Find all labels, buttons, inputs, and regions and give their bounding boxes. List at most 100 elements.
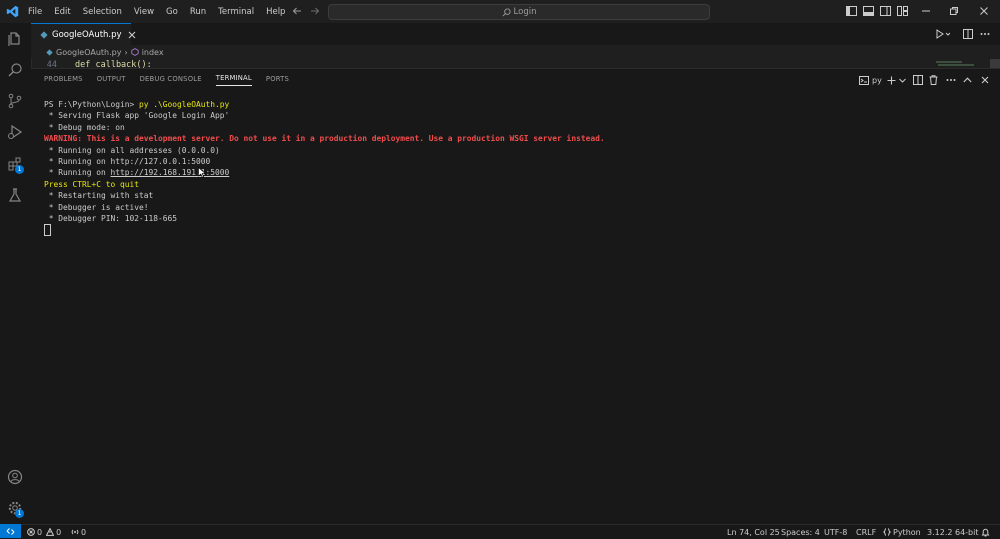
terminal-input-line[interactable] xyxy=(44,224,984,237)
run-and-debug-icon[interactable] xyxy=(5,122,25,142)
customize-layout-icon[interactable] xyxy=(896,5,908,17)
ports-count: 0 xyxy=(81,527,87,537)
back-arrow-icon[interactable] xyxy=(291,5,303,17)
run-python-file-icon[interactable] xyxy=(936,29,950,39)
warning-count: 0 xyxy=(56,527,62,537)
menu-selection[interactable]: Selection xyxy=(77,7,128,17)
explorer-icon[interactable] xyxy=(5,28,25,48)
forward-arrow-icon[interactable] xyxy=(309,5,321,17)
menu-edit[interactable]: Edit xyxy=(48,7,76,17)
manage-gear-icon[interactable]: 1 xyxy=(5,498,25,518)
activity-bar: 1 1 xyxy=(0,23,32,524)
language-mode[interactable]: Python xyxy=(883,525,921,539)
terminal-cursor xyxy=(44,224,51,237)
terminal-link[interactable]: http://192.168.191.1:5000 xyxy=(111,168,230,177)
extensions-badge: 1 xyxy=(15,165,24,174)
vscode-logo-icon[interactable] xyxy=(6,5,19,18)
terminal-profile-button[interactable]: py xyxy=(859,74,882,86)
kill-terminal-trash-icon[interactable] xyxy=(928,74,939,86)
terminal-line: * Serving Flask app 'Google Login App' xyxy=(44,111,230,121)
close-tab-icon[interactable] xyxy=(128,31,136,39)
cursor-position[interactable]: Ln 74, Col 25 xyxy=(727,525,780,539)
tab-googleoauth-py[interactable]: GoogleOAuth.py xyxy=(31,23,135,46)
split-terminal-icon[interactable] xyxy=(912,74,923,86)
close-panel-icon[interactable] xyxy=(979,74,990,86)
close-window-icon[interactable] xyxy=(978,5,990,17)
python-interpreter[interactable]: 3.12.2 64-bit xyxy=(927,525,979,539)
search-view-icon[interactable] xyxy=(5,60,25,80)
tab-problems[interactable]: PROBLEMS xyxy=(44,75,83,86)
status-bar: 0 0 0 Ln 74, Col 25 Spaces: 4 UTF-8 CRLF… xyxy=(0,524,1000,539)
toggle-primary-sidebar-icon[interactable] xyxy=(845,5,857,17)
terminal-line: * Debug mode: on xyxy=(44,122,125,132)
terminal-line: * Restarting with stat xyxy=(44,191,154,201)
search-label: Login xyxy=(513,7,537,17)
terminal-text: * Running on xyxy=(44,168,111,178)
language-label: Python xyxy=(893,527,921,537)
extensions-icon[interactable]: 1 xyxy=(5,154,25,174)
terminal-warning: WARNING: This is a development server. D… xyxy=(44,134,605,144)
terminal-dropdown-chevron-icon[interactable] xyxy=(898,74,906,86)
terminal-line: * Running on all addresses (0.0.0.0) xyxy=(44,145,220,155)
split-editor-icon[interactable] xyxy=(963,29,973,39)
remote-icon xyxy=(6,527,15,536)
problems-status[interactable]: 0 0 xyxy=(27,525,61,539)
menu-help[interactable]: Help xyxy=(260,7,291,17)
breadcrumb-symbol[interactable]: index xyxy=(142,48,164,57)
tab-terminal[interactable]: TERMINAL xyxy=(215,74,252,86)
file-encoding[interactable]: UTF-8 xyxy=(824,525,847,539)
breadcrumb-file[interactable]: GoogleOAuth.py xyxy=(56,48,121,57)
code-text: def callback(): xyxy=(75,60,152,68)
search-icon xyxy=(502,7,511,17)
error-count: 0 xyxy=(37,527,43,537)
tab-debug-console[interactable]: DEBUG CONSOLE xyxy=(140,75,202,86)
radio-tower-icon xyxy=(71,528,79,536)
terminal-output[interactable]: PS F:\Python\Login> py .\GoogleOAuth.py … xyxy=(44,99,984,237)
notifications-bell-icon[interactable] xyxy=(981,525,990,539)
menu-go[interactable]: Go xyxy=(160,7,184,17)
warning-icon xyxy=(46,528,55,536)
minimize-window-icon[interactable] xyxy=(920,5,932,17)
new-terminal-plus-icon[interactable] xyxy=(886,74,896,86)
end-of-line[interactable]: CRLF xyxy=(856,525,876,539)
menu-terminal[interactable]: Terminal xyxy=(212,7,260,17)
terminal-line: * Debugger is active! xyxy=(44,202,149,212)
tab-ports[interactable]: PORTS xyxy=(266,75,289,86)
terminal-profile-label: py xyxy=(872,75,882,85)
restore-window-icon[interactable] xyxy=(948,5,960,17)
accounts-icon[interactable] xyxy=(5,467,25,487)
panel-more-actions-icon[interactable] xyxy=(945,74,957,86)
indentation[interactable]: Spaces: 4 xyxy=(781,525,820,539)
braces-icon xyxy=(883,528,891,536)
testing-icon[interactable] xyxy=(5,185,25,205)
terminal-prompt: PS F:\Python\Login> xyxy=(44,100,140,109)
command-center-search[interactable]: Login xyxy=(328,4,710,20)
terminal-quit-hint: Press CTRL+C to quit xyxy=(44,179,140,189)
menu-bar: File Edit Selection View Go Run Terminal… xyxy=(22,0,291,23)
settings-badge: 1 xyxy=(15,509,24,518)
menu-view[interactable]: View xyxy=(128,7,160,17)
terminal-line: * Debugger PIN: 102-118-665 xyxy=(44,214,178,224)
toggle-secondary-sidebar-icon[interactable] xyxy=(879,5,891,17)
menu-run[interactable]: Run xyxy=(184,7,212,17)
line-number: 44 xyxy=(46,60,57,68)
maximize-panel-chevron-up-icon[interactable] xyxy=(962,74,973,86)
editor-code-line[interactable]: 44 def callback(): xyxy=(31,59,931,68)
toggle-panel-icon[interactable] xyxy=(862,5,874,17)
editor-scrollbar[interactable] xyxy=(990,59,1000,68)
remote-indicator[interactable] xyxy=(0,524,21,538)
tab-output[interactable]: OUTPUT xyxy=(97,75,126,86)
error-icon xyxy=(27,528,35,536)
minimap[interactable] xyxy=(934,59,976,68)
editor-tab-bar: GoogleOAuth.py xyxy=(31,23,1000,46)
tab-label: GoogleOAuth.py xyxy=(52,30,122,40)
python-file-icon xyxy=(40,31,48,39)
more-actions-icon[interactable] xyxy=(979,29,991,39)
python-file-icon xyxy=(46,48,53,56)
terminal-icon xyxy=(859,75,869,85)
menu-file[interactable]: File xyxy=(22,7,48,17)
ports-status[interactable]: 0 xyxy=(71,525,86,539)
source-control-icon[interactable] xyxy=(5,91,25,111)
terminal-line: * Running on http://127.0.0.1:5000 xyxy=(44,157,211,167)
mouse-pointer-icon xyxy=(198,167,206,178)
